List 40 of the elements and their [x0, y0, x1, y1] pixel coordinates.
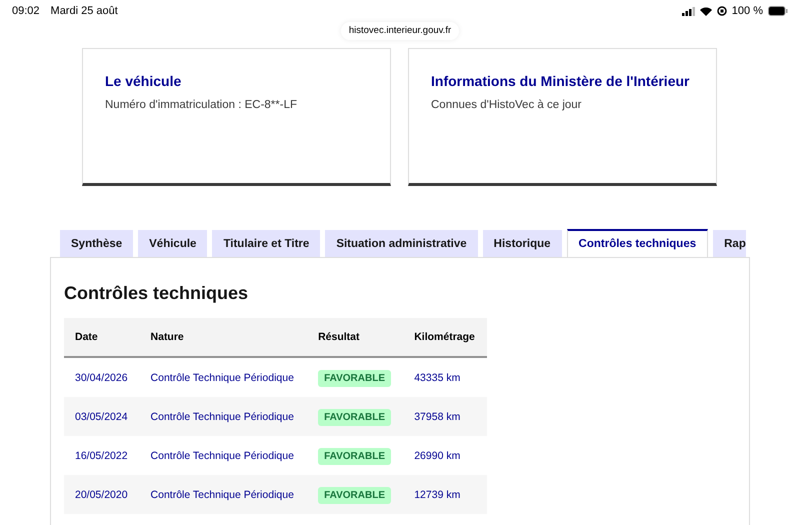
column-header: Kilométrage	[403, 318, 487, 357]
battery-percent: 100 %	[732, 5, 763, 17]
table-cell: 20/05/2020	[64, 475, 140, 514]
status-date: Mardi 25 août	[50, 5, 118, 17]
tab[interactable]: Titulaire et Titre	[212, 230, 320, 257]
column-header: Nature	[140, 318, 308, 357]
url-bar[interactable]: histovec.interieur.gouv.fr	[340, 22, 460, 40]
wifi-icon	[700, 6, 712, 16]
result-badge: FAVORABLE	[318, 448, 391, 464]
status-time: 09:02	[12, 5, 40, 17]
table-cell: 30/04/2026	[64, 357, 140, 397]
column-header: Résultat	[307, 318, 404, 357]
result-badge: FAVORABLE	[318, 370, 391, 386]
tab[interactable]: Véhicule	[138, 230, 208, 257]
card-title: Informations du Ministère de l'Intérieur	[431, 72, 690, 91]
rotation-lock-icon	[716, 6, 727, 16]
result-badge: FAVORABLE	[318, 408, 391, 426]
table-cell: Contrôle Technique Périodique	[140, 357, 308, 397]
table-cell: 12739 km	[403, 475, 487, 514]
tab[interactable]: Rap	[713, 230, 746, 257]
tab[interactable]: Historique	[482, 230, 562, 257]
table-cell: 03/05/2024	[64, 397, 140, 436]
tab[interactable]: Synthèse	[60, 230, 134, 257]
card-text: Connues d'HistoVec à ce jour	[431, 99, 583, 111]
card-text: Numéro d'immatriculation : EC-8**-LF	[105, 99, 298, 111]
result-badge: FAVORABLE	[318, 486, 391, 504]
tab[interactable]: Contrôles techniques	[566, 229, 708, 257]
section-title: Contrôles techniques	[64, 283, 250, 304]
tab[interactable]: Situation administrative	[325, 230, 478, 257]
table-cell: 43335 km	[403, 357, 487, 397]
table-cell: 37958 km	[403, 397, 487, 436]
battery-icon	[768, 6, 788, 16]
table-cell: Contrôle Technique Périodique	[140, 397, 308, 436]
card-title: Le véhicule	[105, 72, 182, 91]
table-cell: 16/05/2022	[64, 436, 140, 475]
signal-icon	[682, 6, 695, 16]
column-header: Date	[64, 318, 140, 357]
table-cell: Contrôle Technique Périodique	[140, 475, 308, 514]
table-cell: Contrôle Technique Périodique	[140, 436, 308, 475]
table-cell: 26990 km	[403, 436, 487, 475]
